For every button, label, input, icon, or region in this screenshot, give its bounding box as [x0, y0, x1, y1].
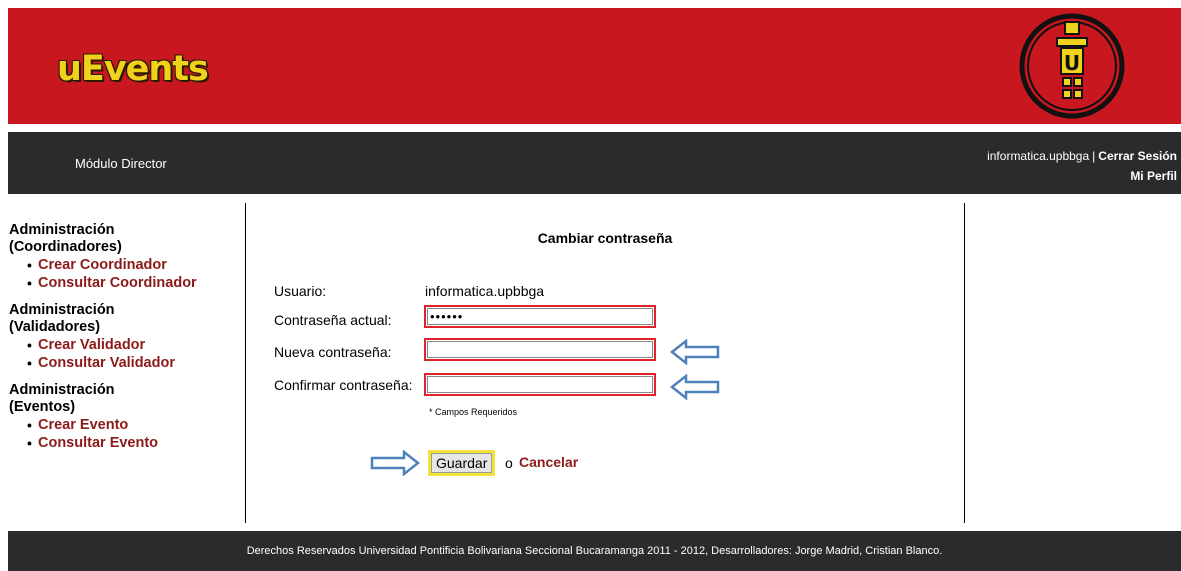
required-note: * Campos Requeridos — [429, 407, 518, 417]
confirm-password-label: Confirmar contraseña: — [274, 377, 413, 393]
footer-text: Derechos Reservados Universidad Pontific… — [246, 545, 943, 557]
username-label: informatica.upbbga — [987, 149, 1090, 163]
profile-link[interactable]: Mi Perfil — [1130, 169, 1177, 183]
sidebar-item-create-coordinator[interactable]: • Crear Coordinador — [27, 256, 239, 274]
emblem-letter: U — [1064, 51, 1080, 75]
module-title: Módulo Director — [75, 156, 167, 171]
sidebar-item-create-event[interactable]: • Crear Evento — [27, 416, 239, 434]
cancel-link[interactable]: Cancelar — [519, 454, 578, 470]
or-text: o — [505, 455, 513, 471]
sidebar-item-label[interactable]: Consultar Validador — [38, 355, 175, 371]
current-password-label: Contraseña actual: — [274, 312, 392, 328]
bullet-icon: • — [27, 355, 32, 371]
current-password-highlight — [424, 305, 656, 328]
site-header: uEvents U — [8, 8, 1181, 124]
new-password-label: Nueva contraseña: — [274, 344, 392, 360]
arrow-right-outline-icon — [370, 450, 420, 476]
confirm-password-highlight — [424, 373, 656, 396]
top-navbar: Módulo Director informatica.upbbga | Cerra… — [8, 132, 1181, 194]
bullet-icon: • — [27, 417, 32, 433]
sidebar-item-create-validator[interactable]: • Crear Validador — [27, 336, 239, 354]
bullet-icon: • — [27, 337, 32, 353]
sidebar-item-label[interactable]: Crear Validador — [38, 337, 145, 353]
arrow-left-outline-icon — [670, 339, 720, 365]
right-divider — [964, 203, 965, 523]
user-area: informatica.upbbga | Cerrar Sesión Mi Perf… — [987, 146, 1177, 186]
sidebar-item-list-validators[interactable]: • Consultar Validador — [27, 354, 239, 372]
app-logo[interactable]: uEvents — [57, 50, 209, 88]
confirm-password-input[interactable] — [427, 376, 653, 393]
save-button[interactable]: Guardar — [431, 453, 493, 473]
sidebar-item-label[interactable]: Consultar Coordinador — [38, 275, 197, 291]
sidebar-section-title: Administración (Coordinadores) — [9, 222, 122, 255]
bullet-icon: • — [27, 257, 32, 273]
sidebar-section-events: Administración (Eventos) • Crear Evento •… — [9, 382, 239, 452]
university-emblem-icon: U — [1019, 13, 1125, 119]
new-password-input[interactable] — [427, 341, 653, 358]
current-password-input[interactable] — [427, 308, 653, 325]
sidebar-item-list-coordinators[interactable]: • Consultar Coordinador — [27, 274, 239, 292]
site-footer: Derechos Reservados Universidad Pontific… — [8, 531, 1181, 571]
user-value: informatica.upbbga — [425, 283, 545, 299]
save-button-highlight: Guardar — [428, 450, 496, 476]
change-password-form: Cambiar contraseña Usuario: informatica.… — [246, 203, 964, 523]
bullet-icon: • — [27, 435, 32, 451]
sidebar-item-label[interactable]: Crear Evento — [38, 417, 128, 433]
user-label: Usuario: — [274, 283, 327, 299]
arrow-left-outline-icon — [670, 374, 720, 400]
sidebar-item-label[interactable]: Crear Coordinador — [38, 257, 167, 273]
sidebar-section-title: Administración (Validadores) — [9, 302, 115, 335]
separator: | — [1092, 149, 1096, 163]
form-title: Cambiar contraseña — [537, 230, 673, 246]
sidebar-item-list-events[interactable]: • Consultar Evento — [27, 434, 239, 452]
sidebar-item-label[interactable]: Consultar Evento — [38, 435, 158, 451]
bullet-icon: • — [27, 275, 32, 291]
sidebar-section-title: Administración (Eventos) — [9, 382, 115, 415]
new-password-highlight — [424, 338, 656, 361]
sidebar-menu: Administración (Coordinadores) • Crear Co… — [9, 222, 239, 462]
sidebar-section-validators: Administración (Validadores) • Crear Vali… — [9, 302, 239, 372]
logout-link[interactable]: Cerrar Sesión — [1098, 149, 1177, 163]
sidebar-section-coordinators: Administración (Coordinadores) • Crear Co… — [9, 222, 239, 292]
